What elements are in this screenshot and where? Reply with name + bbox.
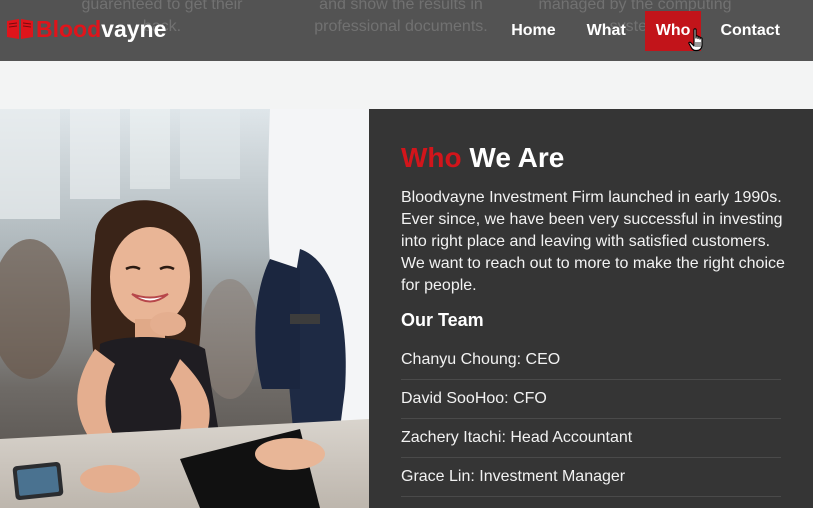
team-heading: Our Team (401, 310, 484, 330)
nav-contact[interactable]: Contact (709, 11, 791, 51)
title-rest: We Are (469, 142, 565, 173)
hand-pointer-icon (688, 28, 703, 52)
team-member: David SooHoo: CFO (401, 380, 781, 419)
nav-what[interactable]: What (576, 11, 637, 51)
logo-text-vayne: vayne (101, 15, 167, 42)
team-member: Grace Lin: Investment Manager (401, 458, 781, 497)
section-title: Who We Are (401, 141, 781, 175)
main-nav: Home What Who Contact (500, 0, 813, 61)
nav-home[interactable]: Home (500, 11, 566, 51)
company-description: Bloodvayne Investment Firm launched in e… (401, 189, 785, 294)
title-accent: Who (401, 142, 462, 173)
team-list: Chanyu Choung: CEO David SooHoo: CFO Zac… (401, 341, 781, 497)
header-background-text: and show the results in professional doc… (314, 0, 488, 35)
team-photo (0, 109, 369, 508)
who-we-are-section: Who We Are Bloodvayne Investment Firm la… (369, 109, 813, 508)
book-icon (7, 19, 33, 39)
logo-text-blood: Blood (36, 15, 102, 42)
site-header: guarenteed to get their back. and show t… (0, 0, 813, 61)
site-logo[interactable]: Blood vayne (6, 16, 166, 42)
team-member: Zachery Itachi: Head Accountant (401, 419, 781, 458)
team-member: Chanyu Choung: CEO (401, 341, 781, 380)
